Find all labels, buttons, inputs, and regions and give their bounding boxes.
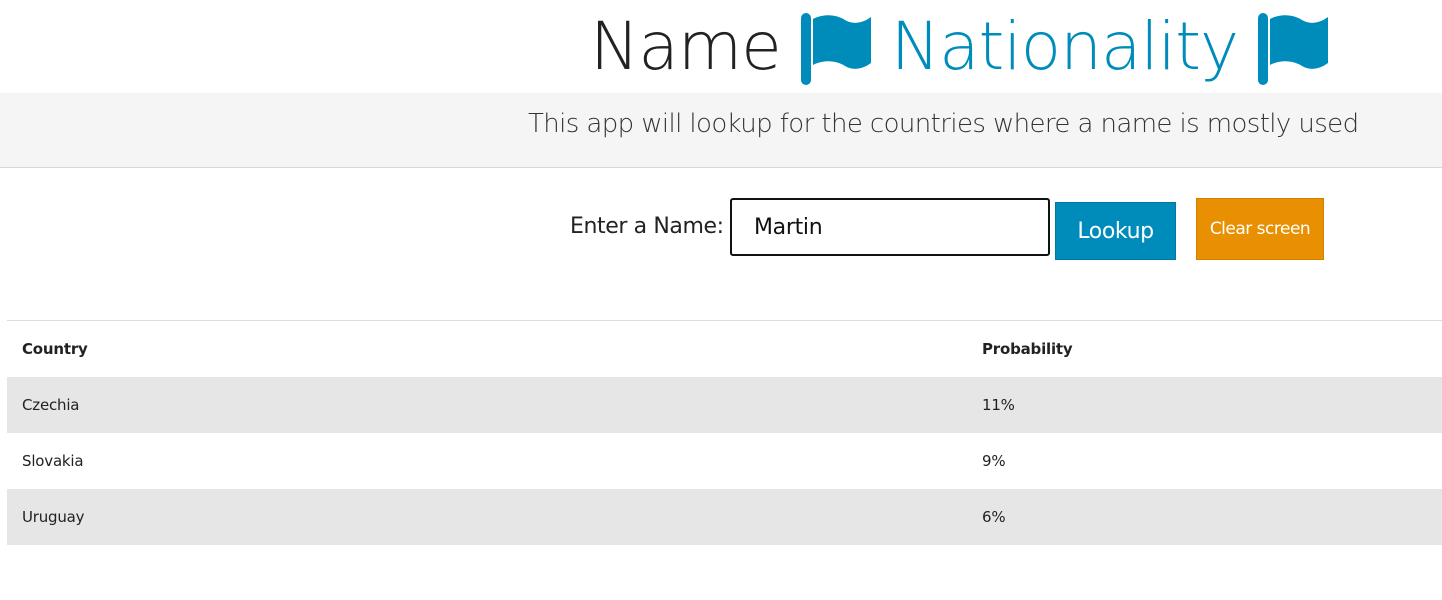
probability-cell: 9% bbox=[982, 452, 1006, 470]
probability-cell: 6% bbox=[982, 508, 1006, 526]
country-cell: Czechia bbox=[22, 396, 80, 414]
table-row: Uruguay 6% bbox=[7, 489, 1442, 545]
table-header-row: Country Probability bbox=[7, 321, 1442, 378]
table-row: Slovakia 9% bbox=[7, 433, 1442, 489]
results-table: Country Probability Czechia 11% Slovakia… bbox=[7, 320, 1442, 545]
page: Name Nationality This app will lookup fo… bbox=[0, 0, 1442, 600]
subtitle: This app will lookup for the countries w… bbox=[528, 109, 1359, 139]
clear-screen-button[interactable]: Clear screen bbox=[1196, 198, 1324, 260]
country-column-header: Country bbox=[22, 340, 88, 358]
country-cell: Uruguay bbox=[22, 508, 85, 526]
subtitle-band: This app will lookup for the countries w… bbox=[0, 93, 1442, 168]
name-label: Enter a Name: bbox=[570, 214, 724, 239]
name-input[interactable] bbox=[730, 198, 1050, 256]
country-cell: Slovakia bbox=[22, 452, 84, 470]
page-title: Name Nationality bbox=[590, 2, 1348, 92]
table-row: Czechia 11% bbox=[7, 377, 1442, 433]
flag-icon bbox=[799, 11, 873, 87]
lookup-button[interactable]: Lookup bbox=[1055, 202, 1176, 260]
probability-column-header: Probability bbox=[982, 340, 1073, 358]
probability-cell: 11% bbox=[982, 396, 1015, 414]
title-name-word: Name bbox=[590, 8, 782, 85]
flag-icon bbox=[1256, 11, 1330, 87]
title-nationality-word: Nationality bbox=[890, 8, 1239, 85]
